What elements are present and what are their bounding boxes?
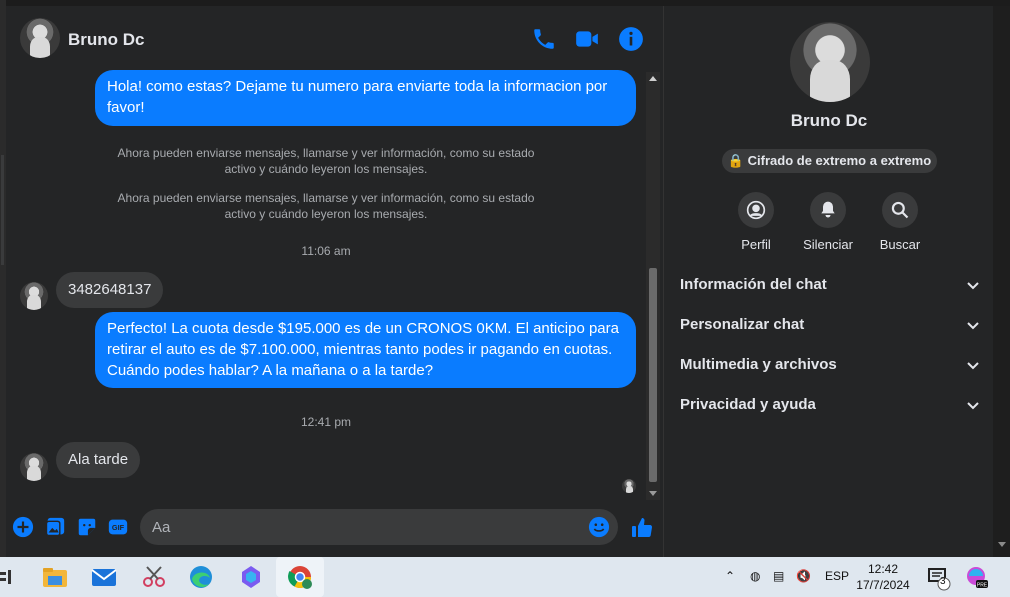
section-label: Información del chat bbox=[680, 276, 827, 293]
timestamp: 12:41 pm bbox=[300, 415, 352, 429]
browser-scrollbar[interactable] bbox=[993, 6, 1010, 557]
contact-avatar-small[interactable] bbox=[20, 282, 48, 310]
profile-icon bbox=[738, 192, 774, 228]
profile-button[interactable]: Perfil bbox=[716, 192, 796, 252]
search-button[interactable]: Buscar bbox=[860, 192, 940, 252]
info-icon[interactable] bbox=[618, 26, 644, 52]
like-icon[interactable] bbox=[630, 516, 654, 540]
speaker-muted-icon[interactable]: 🔇 bbox=[796, 569, 811, 583]
timestamp: 11:06 am bbox=[301, 244, 351, 258]
scroll-thumb[interactable] bbox=[649, 268, 657, 482]
message-incoming[interactable]: Ala tarde bbox=[56, 442, 141, 478]
system-clock[interactable]: 12:42 17/7/2024 bbox=[848, 561, 918, 593]
battery-icon[interactable]: ▤ bbox=[773, 569, 784, 583]
chat-header: Bruno Dc bbox=[6, 6, 663, 68]
section-customize-chat[interactable]: Personalizar chat bbox=[680, 311, 980, 339]
chevron-down-icon bbox=[967, 282, 979, 290]
encryption-badge[interactable]: 🔒 Cifrado de extremo a extremo bbox=[722, 149, 937, 173]
video-icon[interactable] bbox=[574, 26, 600, 52]
section-media-files[interactable]: Multimedia y archivos bbox=[680, 351, 980, 379]
mute-label: Silenciar bbox=[803, 237, 853, 252]
chat-panel: Bruno Dc Hola! como estas? Dejame tu num… bbox=[6, 6, 663, 557]
sticker-icon[interactable] bbox=[76, 516, 98, 538]
section-label: Personalizar chat bbox=[680, 316, 805, 333]
chevron-down-icon bbox=[967, 322, 979, 330]
section-privacy-help[interactable]: Privacidad y ayuda bbox=[680, 391, 980, 419]
message-input-wrapper bbox=[140, 509, 618, 545]
svg-text:PRE: PRE bbox=[977, 583, 988, 589]
contact-name: Bruno Dc bbox=[790, 111, 868, 130]
message-outgoing[interactable]: Hola! como estas? Dejame tu numero para … bbox=[95, 70, 636, 126]
copilot-icon[interactable] bbox=[236, 563, 266, 591]
chevron-down-icon bbox=[967, 402, 979, 410]
copilot-pre-icon[interactable]: PRE bbox=[964, 563, 990, 591]
widgets-icon[interactable] bbox=[0, 563, 14, 591]
svg-text:GIF: GIF bbox=[112, 523, 125, 532]
message-outgoing[interactable]: Perfecto! La cuota desde $195.000 es de … bbox=[95, 312, 636, 388]
contact-name[interactable]: Bruno Dc bbox=[68, 30, 145, 50]
phone-icon[interactable] bbox=[531, 26, 557, 52]
seen-indicator-avatar bbox=[622, 479, 636, 493]
notification-center-icon[interactable]: 3 bbox=[926, 563, 952, 591]
system-notice: Ahora pueden enviarse mensajes, llamarse… bbox=[117, 146, 535, 176]
scroll-up-arrow[interactable] bbox=[649, 76, 657, 81]
section-chat-info[interactable]: Información del chat bbox=[680, 271, 980, 299]
clock-time: 12:42 bbox=[867, 562, 899, 576]
edge-icon[interactable] bbox=[186, 563, 216, 591]
contact-profile-photo[interactable] bbox=[790, 22, 870, 102]
search-icon bbox=[882, 192, 918, 228]
gif-icon[interactable]: GIF bbox=[107, 516, 129, 538]
contact-avatar[interactable] bbox=[20, 18, 60, 58]
message-input[interactable] bbox=[152, 509, 572, 545]
clock-date: 17/7/2024 bbox=[856, 578, 910, 592]
tray-chevron-up-icon[interactable]: ⌃ bbox=[725, 569, 735, 583]
system-notice: Ahora pueden enviarse mensajes, llamarse… bbox=[117, 191, 535, 221]
scroll-down-arrow[interactable] bbox=[649, 491, 657, 496]
encryption-label: Cifrado de extremo a extremo bbox=[747, 153, 932, 168]
snipping-tool-icon[interactable] bbox=[139, 563, 169, 591]
section-label: Privacidad y ayuda bbox=[680, 396, 816, 413]
composer: GIF bbox=[6, 506, 663, 550]
language-indicator[interactable]: ESP bbox=[825, 569, 849, 583]
section-label: Multimedia y archivos bbox=[680, 356, 837, 373]
mail-icon[interactable] bbox=[89, 563, 119, 591]
profile-label: Perfil bbox=[741, 237, 771, 252]
messenger-app: Bruno Dc Hola! como estas? Dejame tu num… bbox=[0, 0, 1010, 557]
plus-icon[interactable] bbox=[12, 516, 34, 538]
mute-button[interactable]: Silenciar bbox=[788, 192, 868, 252]
bell-icon bbox=[810, 192, 846, 228]
chat-scrollbar[interactable] bbox=[646, 72, 660, 500]
chat-details-panel: Bruno Dc 🔒 Cifrado de extremo a extremo … bbox=[663, 6, 993, 557]
search-label: Buscar bbox=[879, 237, 921, 252]
message-list[interactable]: Hola! como estas? Dejame tu numero para … bbox=[6, 68, 646, 500]
chrome-icon[interactable] bbox=[285, 563, 315, 591]
message-incoming[interactable]: 3482648137 bbox=[56, 272, 164, 308]
windows-taskbar: ⌃ ◍ ▤ 🔇 ESP 12:42 17/7/2024 3 PRE bbox=[0, 557, 1010, 597]
chevron-down-icon bbox=[967, 362, 979, 370]
file-explorer-icon[interactable] bbox=[40, 563, 70, 591]
emoji-icon[interactable] bbox=[588, 516, 610, 538]
camera-privacy-icon[interactable]: ◍ bbox=[750, 569, 760, 583]
image-icon[interactable] bbox=[44, 516, 66, 538]
notification-count: 3 bbox=[940, 576, 946, 587]
contact-avatar-small[interactable] bbox=[20, 453, 48, 481]
lock-icon: 🔒 bbox=[727, 153, 745, 168]
